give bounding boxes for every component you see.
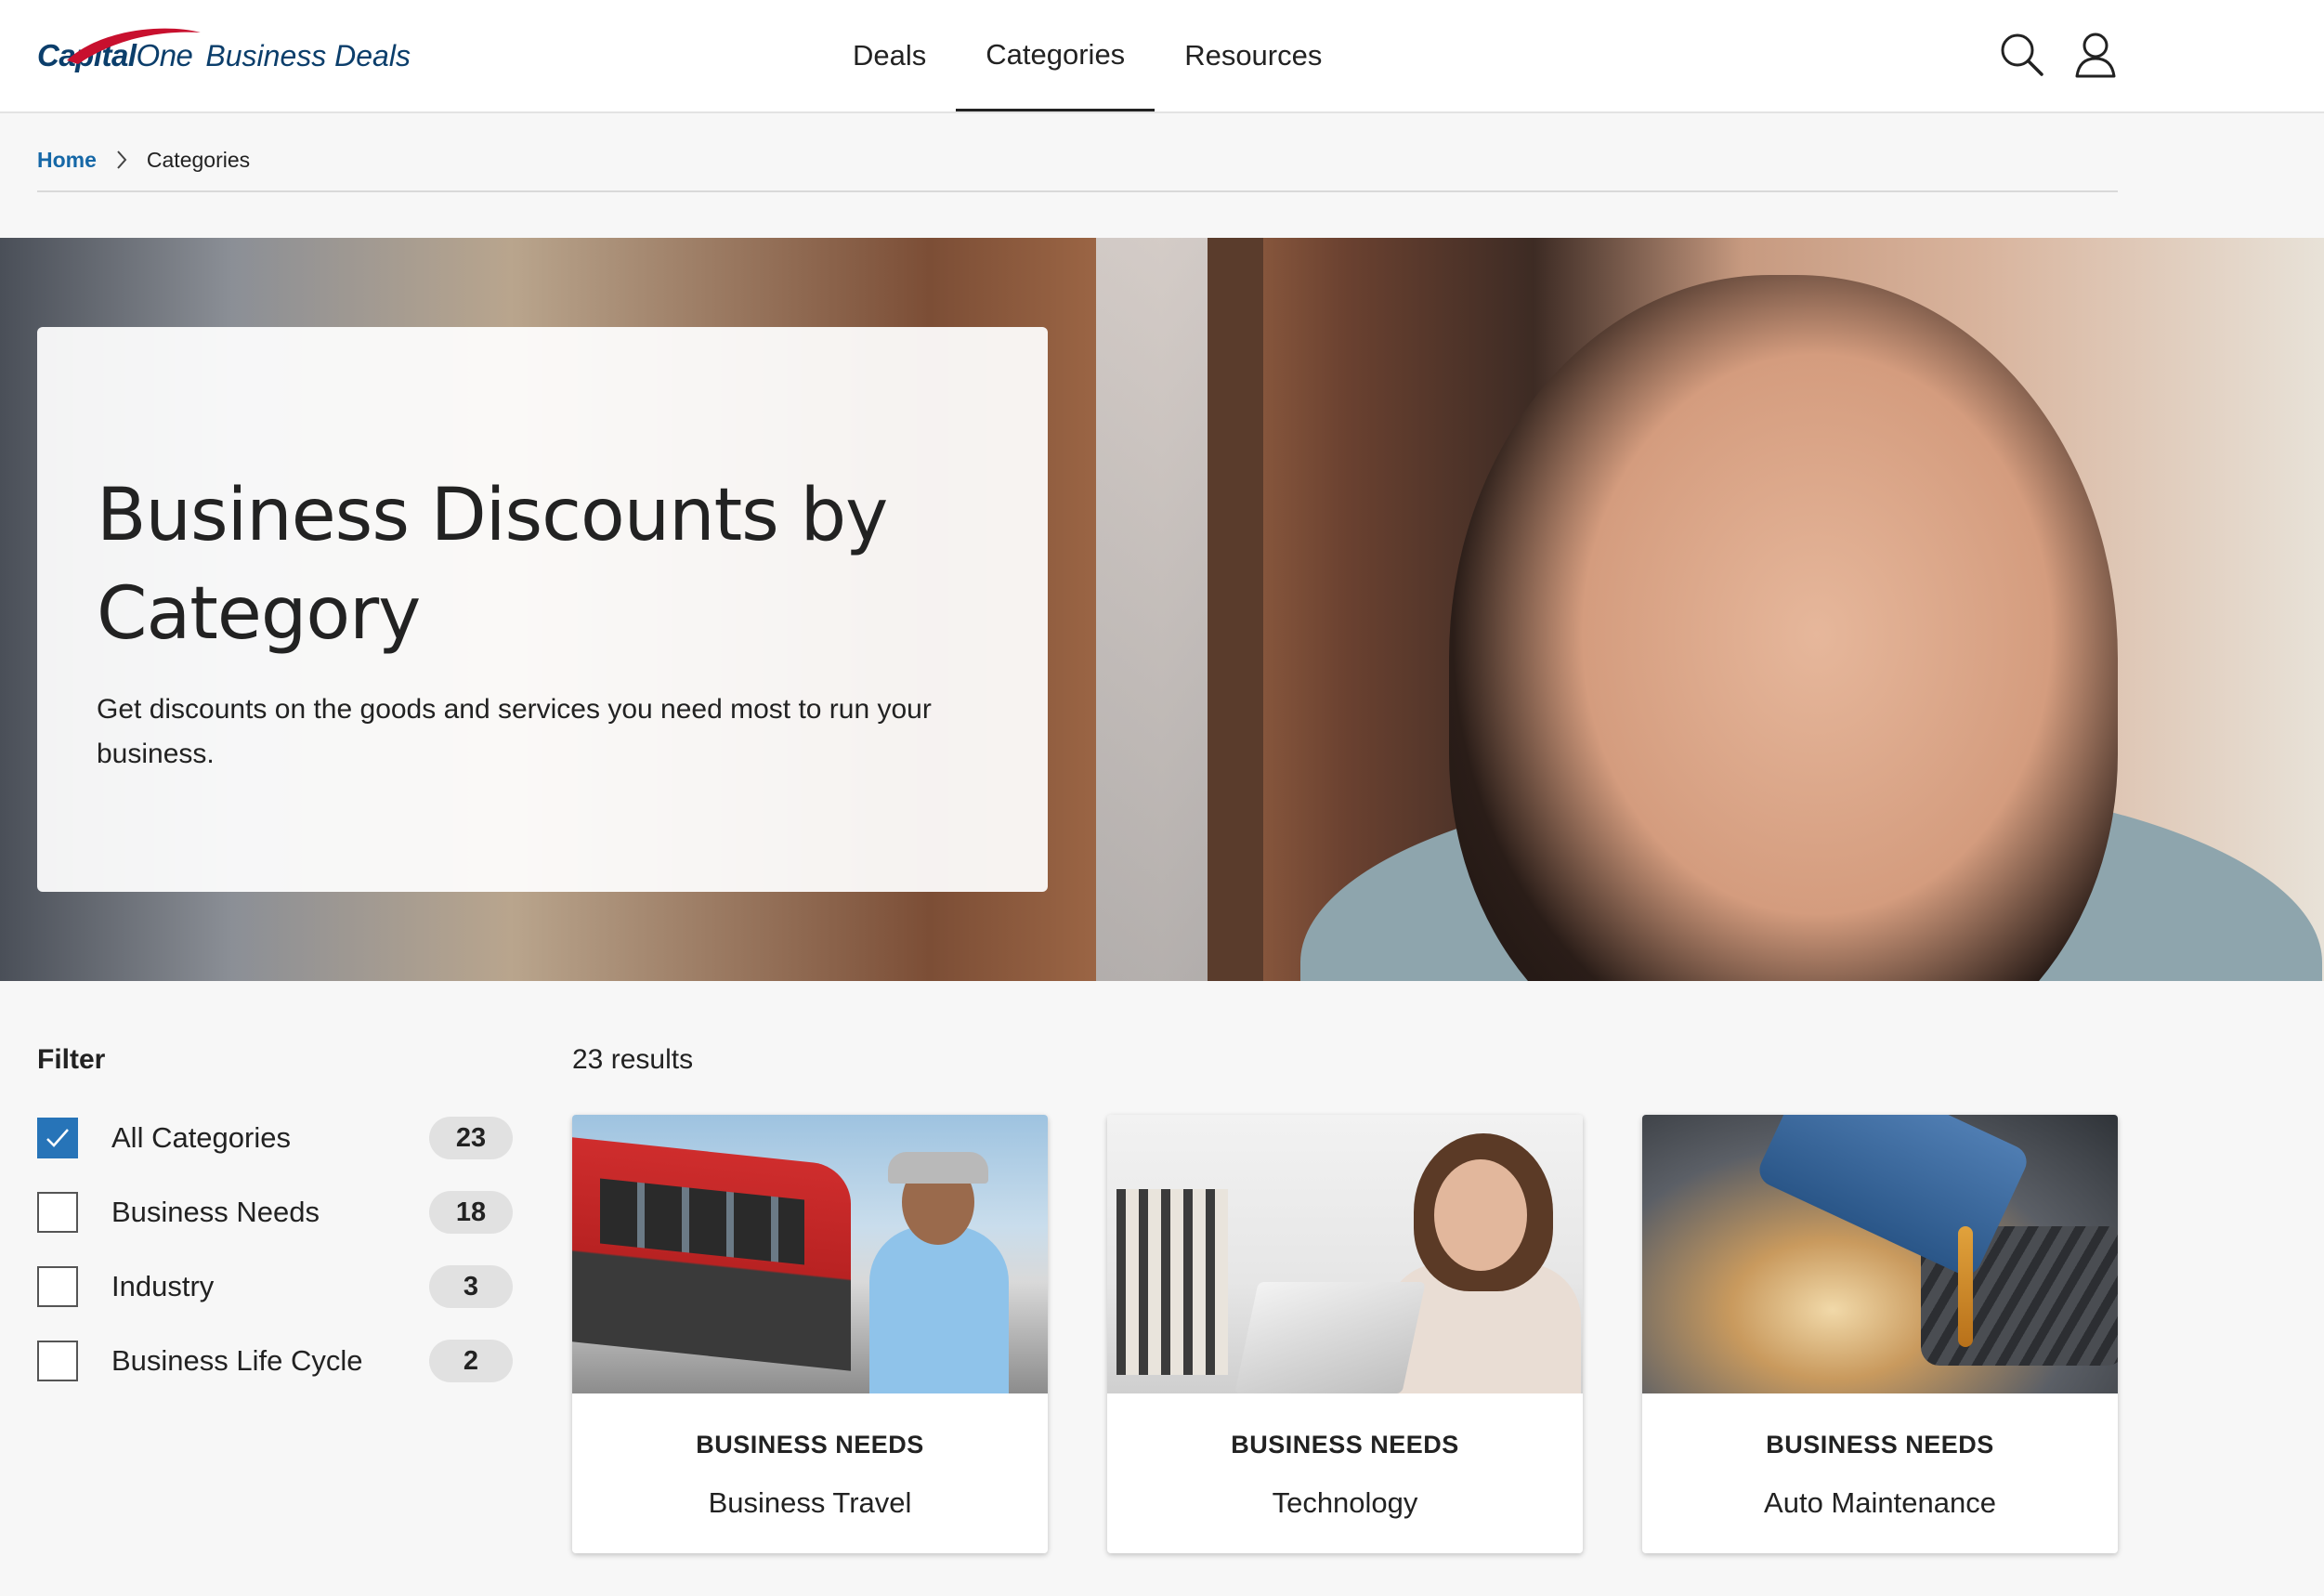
- filter-option-business-needs[interactable]: Business Needs 18: [37, 1187, 513, 1237]
- checkbox-all-categories[interactable]: [37, 1118, 78, 1158]
- nav-deals[interactable]: Deals: [823, 0, 956, 111]
- main-nav: Deals Categories Resources: [823, 0, 1351, 111]
- hero-image-woman: [1449, 275, 2118, 981]
- logo-wordmark: CapitalOne: [37, 28, 201, 73]
- logo-product-name: Business Deals: [205, 38, 411, 72]
- laptop-graphic: [1234, 1282, 1426, 1393]
- card-category: BUSINESS NEEDS: [1766, 1431, 1994, 1459]
- checkmark-icon: [46, 1129, 69, 1147]
- hero-background-column: [1208, 238, 1263, 981]
- breadcrumb-current: Categories: [146, 147, 251, 172]
- filter-count-badge: 3: [429, 1265, 513, 1308]
- chevron-right-icon: [117, 150, 127, 169]
- traveler-hat-graphic: [888, 1152, 988, 1184]
- category-card-business-travel[interactable]: BUSINESS NEEDS Business Travel: [572, 1115, 1048, 1553]
- card-image-auto-maintenance: [1642, 1115, 2118, 1393]
- filter-label: Business Needs: [111, 1196, 320, 1228]
- hero-text-card: Business Discounts by Category Get disco…: [37, 327, 1048, 892]
- checkbox-business-needs[interactable]: [37, 1192, 78, 1233]
- checkbox-business-life-cycle[interactable]: [37, 1341, 78, 1381]
- category-card-technology[interactable]: BUSINESS NEEDS Technology: [1107, 1115, 1583, 1553]
- card-image-technology: [1107, 1115, 1583, 1393]
- checkbox-industry[interactable]: [37, 1266, 78, 1307]
- card-title: Business Travel: [708, 1486, 912, 1519]
- filter-option-business-life-cycle[interactable]: Business Life Cycle 2: [37, 1336, 513, 1386]
- logo-swoosh-icon: [67, 28, 201, 64]
- user-icon[interactable]: [2069, 30, 2122, 82]
- card-image-business-travel: [572, 1115, 1048, 1393]
- breadcrumb: Home Categories: [37, 141, 250, 178]
- capital-one-business-deals-logo[interactable]: CapitalOne Business Deals: [37, 22, 411, 89]
- woman-face-graphic: [1434, 1159, 1527, 1271]
- filter-option-industry[interactable]: Industry 3: [37, 1262, 513, 1312]
- traveler-graphic: [869, 1226, 1009, 1393]
- nav-resources[interactable]: Resources: [1155, 0, 1351, 111]
- results-count: 23 results: [572, 1044, 694, 1075]
- filter-count-badge: 23: [429, 1117, 513, 1159]
- filter-count-badge: 18: [429, 1191, 513, 1234]
- card-category: BUSINESS NEEDS: [696, 1431, 924, 1459]
- page-title: Business Discounts by Category: [97, 474, 888, 656]
- hero-background-window: [1096, 238, 1208, 981]
- breadcrumb-home-link[interactable]: Home: [37, 148, 97, 173]
- card-category: BUSINESS NEEDS: [1231, 1431, 1459, 1459]
- category-card-auto-maintenance[interactable]: BUSINESS NEEDS Auto Maintenance: [1642, 1115, 2118, 1553]
- oil-stream-graphic: [1958, 1226, 1973, 1347]
- site-header: CapitalOne Business Deals Deals Categori…: [0, 0, 2324, 113]
- hero-subtitle: Get discounts on the goods and services …: [97, 694, 932, 769]
- hero-banner: Business Discounts by Category Get disco…: [0, 238, 2324, 981]
- breadcrumb-divider: [37, 190, 2118, 192]
- nav-categories[interactable]: Categories: [956, 0, 1155, 111]
- clothing-rack-graphic: [1116, 1189, 1228, 1375]
- filter-label: Business Life Cycle: [111, 1344, 363, 1377]
- search-icon[interactable]: [1995, 30, 2047, 82]
- filter-heading: Filter: [37, 1044, 106, 1075]
- filter-option-all-categories[interactable]: All Categories 23: [37, 1113, 513, 1163]
- filter-count-badge: 2: [429, 1340, 513, 1382]
- filter-label: Industry: [111, 1270, 215, 1302]
- card-title: Technology: [1272, 1486, 1418, 1519]
- filter-label: All Categories: [111, 1121, 291, 1154]
- card-title: Auto Maintenance: [1764, 1486, 1996, 1519]
